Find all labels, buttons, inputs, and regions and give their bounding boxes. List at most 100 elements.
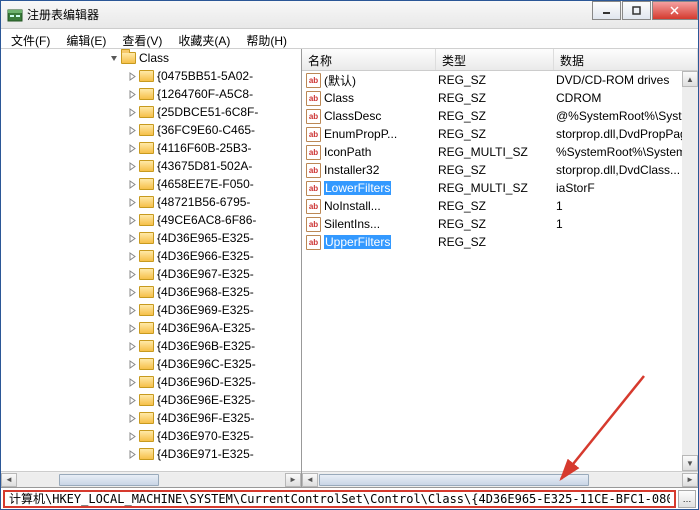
- expand-icon[interactable]: [127, 377, 137, 387]
- tree-node[interactable]: {25DBCE51-6C8F-: [1, 103, 301, 121]
- expand-icon[interactable]: [127, 395, 137, 405]
- expand-icon[interactable]: [127, 179, 137, 189]
- list-hscroll-thumb[interactable]: [319, 474, 589, 486]
- tree-node[interactable]: {43675D81-502A-: [1, 157, 301, 175]
- tree-node[interactable]: {4D36E96C-E325-: [1, 355, 301, 373]
- scroll-left-button[interactable]: ◄: [302, 473, 318, 487]
- list-row[interactable]: abUpperFiltersREG_SZ: [302, 233, 698, 251]
- tree-node[interactable]: {1264760F-A5C8-: [1, 85, 301, 103]
- expand-icon[interactable]: [127, 107, 137, 117]
- close-button[interactable]: [652, 1, 698, 20]
- list-hscroll[interactable]: ◄ ►: [302, 471, 698, 487]
- cell-name: abUpperFilters: [302, 234, 436, 250]
- list-row[interactable]: abEnumPropP...REG_SZstorprop.dll,DvdProp…: [302, 125, 698, 143]
- list-row[interactable]: abIconPathREG_MULTI_SZ%SystemRoot%\Syste…: [302, 143, 698, 161]
- folder-icon: [139, 196, 154, 208]
- expand-icon[interactable]: [127, 71, 137, 81]
- menu-edit[interactable]: 编辑(E): [62, 31, 110, 46]
- tree-body[interactable]: Class{0475BB51-5A02-{1264760F-A5C8-{25DB…: [1, 49, 301, 471]
- tree-hscroll[interactable]: ◄ ►: [1, 471, 301, 487]
- folder-icon: [139, 322, 154, 334]
- scroll-up-button[interactable]: ▲: [682, 71, 698, 87]
- tree-hscroll-track[interactable]: [17, 473, 285, 487]
- list-row[interactable]: abSilentIns...REG_SZ1: [302, 215, 698, 233]
- scroll-right-button[interactable]: ►: [682, 473, 698, 487]
- expand-icon[interactable]: [127, 305, 137, 315]
- tree-node[interactable]: {4D36E96D-E325-: [1, 373, 301, 391]
- expand-icon[interactable]: [127, 197, 137, 207]
- expand-icon[interactable]: [127, 287, 137, 297]
- col-header-type[interactable]: 类型: [436, 49, 554, 70]
- regedit-window: 注册表编辑器 文件(F) 编辑(E) 查看(V) 收藏夹(A) 帮助(H) Cl…: [0, 0, 699, 510]
- expand-icon[interactable]: [127, 449, 137, 459]
- tree-node[interactable]: {4658EE7E-F050-: [1, 175, 301, 193]
- tree-node[interactable]: {4D36E966-E325-: [1, 247, 301, 265]
- tree-label: {4D36E96F-E325-: [157, 411, 254, 425]
- tree-node[interactable]: {4D36E968-E325-: [1, 283, 301, 301]
- menu-view[interactable]: 查看(V): [118, 31, 166, 46]
- tree-node[interactable]: {4116F60B-25B3-: [1, 139, 301, 157]
- maximize-button[interactable]: [622, 1, 651, 20]
- menu-file[interactable]: 文件(F): [7, 31, 54, 46]
- list-row[interactable]: abInstaller32REG_SZstorprop.dll,DvdClass…: [302, 161, 698, 179]
- scroll-left-button[interactable]: ◄: [1, 473, 17, 487]
- expand-icon[interactable]: [127, 125, 137, 135]
- expand-icon[interactable]: [127, 233, 137, 243]
- tree-node-class[interactable]: Class: [1, 49, 301, 67]
- list-row[interactable]: abNoInstall...REG_SZ1: [302, 197, 698, 215]
- tree-node[interactable]: {4D36E967-E325-: [1, 265, 301, 283]
- list-row[interactable]: abClassREG_SZCDROM: [302, 89, 698, 107]
- folder-open-icon: [121, 52, 136, 64]
- value-name: SilentIns...: [324, 217, 380, 231]
- tree-node[interactable]: {4D36E970-E325-: [1, 427, 301, 445]
- titlebar[interactable]: 注册表编辑器: [1, 1, 698, 29]
- cell-type: REG_SZ: [436, 91, 554, 105]
- tree-node[interactable]: {4D36E965-E325-: [1, 229, 301, 247]
- expand-icon[interactable]: [127, 215, 137, 225]
- menubar: 文件(F) 编辑(E) 查看(V) 收藏夹(A) 帮助(H): [1, 29, 698, 49]
- list-body[interactable]: ab(默认)REG_SZDVD/CD-ROM drivesabClassREG_…: [302, 71, 698, 471]
- tree-label: {43675D81-502A-: [157, 159, 252, 173]
- scroll-down-button[interactable]: ▼: [682, 455, 698, 471]
- menu-help[interactable]: 帮助(H): [242, 31, 291, 46]
- tree-node[interactable]: {0475BB51-5A02-: [1, 67, 301, 85]
- tree-hscroll-thumb[interactable]: [59, 474, 159, 486]
- tree-node[interactable]: {4D36E969-E325-: [1, 301, 301, 319]
- tree-node[interactable]: {49CE6AC8-6F86-: [1, 211, 301, 229]
- collapse-icon[interactable]: [109, 53, 119, 63]
- minimize-button[interactable]: [592, 1, 621, 20]
- col-header-name[interactable]: 名称: [302, 49, 436, 70]
- value-name: EnumPropP...: [324, 127, 397, 141]
- expand-icon[interactable]: [127, 359, 137, 369]
- list-row[interactable]: abLowerFiltersREG_MULTI_SZiaStorF: [302, 179, 698, 197]
- expand-icon[interactable]: [127, 143, 137, 153]
- menu-favorites[interactable]: 收藏夹(A): [174, 31, 234, 46]
- expand-icon[interactable]: [127, 341, 137, 351]
- expand-icon[interactable]: [127, 269, 137, 279]
- expand-icon[interactable]: [127, 251, 137, 261]
- cell-data: 1: [554, 199, 698, 213]
- expand-icon[interactable]: [127, 413, 137, 423]
- expand-icon[interactable]: [127, 89, 137, 99]
- tree-node[interactable]: {36FC9E60-C465-: [1, 121, 301, 139]
- content-area: Class{0475BB51-5A02-{1264760F-A5C8-{25DB…: [1, 49, 698, 487]
- list-vscroll-track[interactable]: [682, 87, 698, 455]
- tree-node[interactable]: {4D36E96A-E325-: [1, 319, 301, 337]
- list-hscroll-track[interactable]: [318, 473, 682, 487]
- tree-node[interactable]: {4D36E96F-E325-: [1, 409, 301, 427]
- path-browse-button[interactable]: …: [678, 490, 696, 508]
- tree-node[interactable]: {4D36E96B-E325-: [1, 337, 301, 355]
- list-row[interactable]: abClassDescREG_SZ@%SystemRoot%\System32\…: [302, 107, 698, 125]
- scroll-right-button[interactable]: ►: [285, 473, 301, 487]
- folder-icon: [139, 178, 154, 190]
- expand-icon[interactable]: [127, 323, 137, 333]
- col-header-data[interactable]: 数据: [554, 49, 698, 70]
- tree-node[interactable]: {4D36E96E-E325-: [1, 391, 301, 409]
- list-vscroll[interactable]: ▲ ▼: [682, 71, 698, 471]
- path-input[interactable]: [3, 490, 676, 508]
- tree-node[interactable]: {4D36E971-E325-: [1, 445, 301, 463]
- list-row[interactable]: ab(默认)REG_SZDVD/CD-ROM drives: [302, 71, 698, 89]
- expand-icon[interactable]: [127, 161, 137, 171]
- tree-node[interactable]: {48721B56-6795-: [1, 193, 301, 211]
- expand-icon[interactable]: [127, 431, 137, 441]
